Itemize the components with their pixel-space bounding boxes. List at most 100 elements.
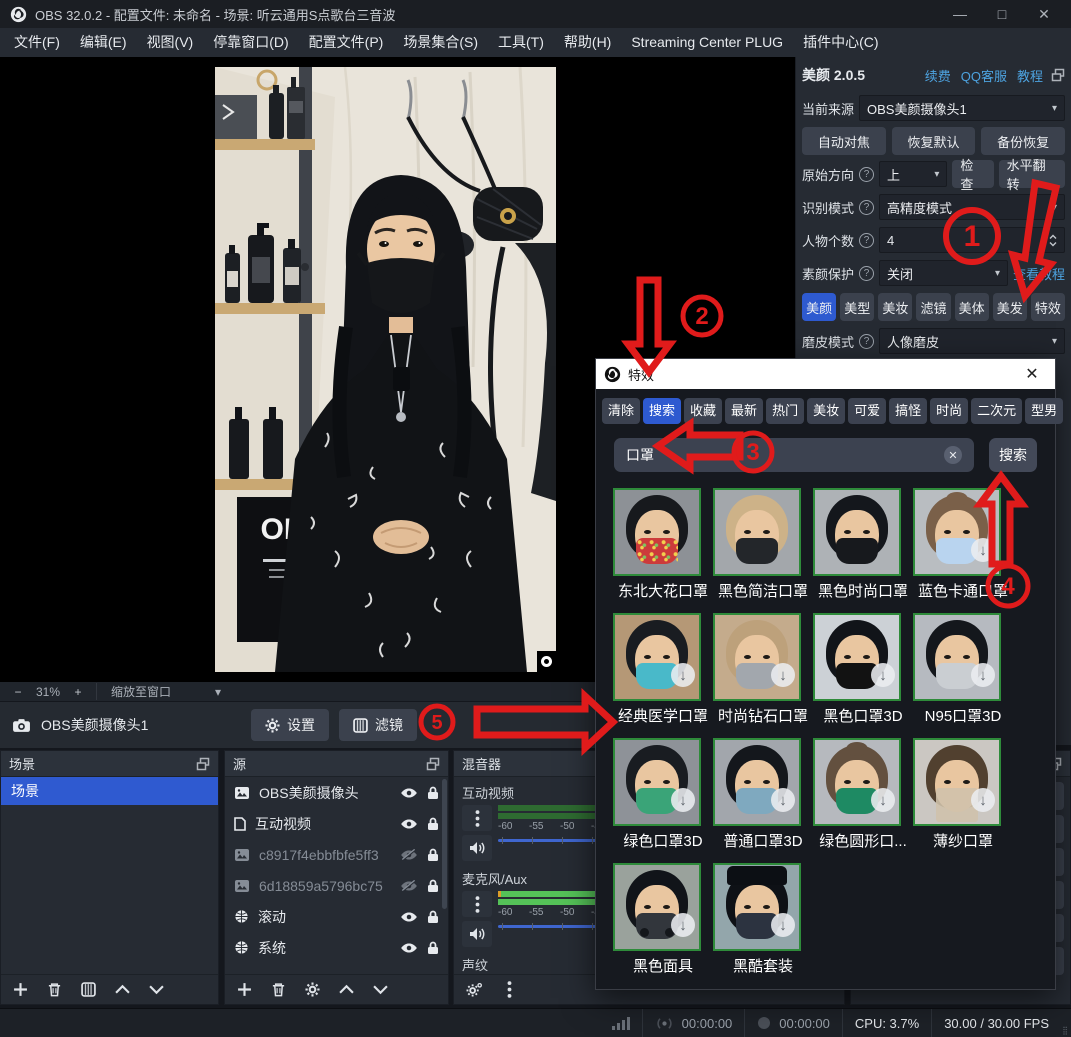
menu-item[interactable]: 插件中心(C)	[793, 28, 888, 57]
mixer-menu-button[interactable]	[507, 981, 512, 998]
effect-item[interactable]: ↓ 绿色口罩3D	[613, 738, 713, 863]
beauty-tab[interactable]: 滤镜	[916, 293, 950, 321]
protect-dropdown[interactable]: 关闭▾	[879, 260, 1008, 286]
effect-item[interactable]: 黑色时尚口罩	[813, 488, 913, 613]
dialog-tab[interactable]: 清除	[602, 398, 640, 424]
lock-icon[interactable]	[427, 817, 439, 831]
popout-icon[interactable]	[1051, 68, 1065, 82]
add-source-button[interactable]	[237, 982, 252, 997]
download-icon[interactable]: ↓	[971, 663, 995, 687]
effect-item[interactable]: ↓ 蓝色卡通口罩	[913, 488, 1013, 613]
download-icon[interactable]: ↓	[971, 538, 995, 562]
help-icon[interactable]: ?	[859, 167, 874, 182]
search-input[interactable]: 口罩 ✕	[614, 438, 974, 472]
filters-button[interactable]: 滤镜	[339, 709, 417, 741]
maximize-button[interactable]: □	[985, 2, 1019, 26]
help-icon[interactable]: ?	[859, 233, 874, 248]
menu-item[interactable]: 视图(V)	[137, 28, 204, 57]
popout-icon[interactable]	[196, 757, 210, 771]
download-icon[interactable]: ↓	[771, 663, 795, 687]
beauty-tab[interactable]: 美型	[840, 293, 874, 321]
download-icon[interactable]: ↓	[671, 913, 695, 937]
menu-item[interactable]: 配置文件(P)	[299, 28, 394, 57]
menu-item[interactable]: 工具(T)	[488, 28, 554, 57]
lock-icon[interactable]	[427, 910, 439, 924]
help-icon[interactable]: ?	[859, 334, 874, 349]
dialog-close-button[interactable]: ✕	[1017, 361, 1047, 387]
dialog-tab[interactable]: 二次元	[971, 398, 1022, 424]
help-icon[interactable]: ?	[859, 200, 874, 215]
move-scene-down-button[interactable]	[149, 984, 164, 995]
zoom-out-button[interactable]: −	[10, 685, 26, 699]
person-count-spinner[interactable]: 4	[879, 227, 1065, 253]
download-icon[interactable]: ↓	[671, 788, 695, 812]
zoom-in-button[interactable]: +	[70, 685, 86, 699]
source-list-item[interactable]: 互动视频	[225, 808, 448, 839]
source-list-item[interactable]: 系统	[225, 932, 448, 963]
menu-item[interactable]: 帮助(H)	[554, 28, 621, 57]
sources-scrollbar[interactable]	[442, 779, 447, 909]
menu-item[interactable]: 停靠窗口(D)	[203, 28, 298, 57]
minimize-button[interactable]: —	[943, 2, 977, 26]
scene-filters-button[interactable]	[81, 982, 96, 997]
effect-item[interactable]: ↓ 黑色口罩3D	[813, 613, 913, 738]
settings-button[interactable]: 设置	[251, 709, 329, 741]
effect-item[interactable]: ↓ 普通口罩3D	[713, 738, 813, 863]
mute-button[interactable]	[462, 835, 492, 861]
eye-icon[interactable]	[400, 942, 418, 954]
channel-menu-button[interactable]	[462, 805, 492, 831]
effect-item[interactable]: ↓ 黑色面具	[613, 863, 713, 988]
eye-icon[interactable]	[400, 787, 418, 799]
beauty-tab[interactable]: 美发	[993, 293, 1027, 321]
dialog-tab[interactable]: 美妆	[807, 398, 845, 424]
dialog-tab[interactable]: 型男	[1025, 398, 1063, 424]
eye-icon[interactable]	[400, 818, 418, 830]
download-icon[interactable]: ↓	[671, 663, 695, 687]
close-button[interactable]: ✕	[1027, 2, 1061, 26]
source-list-item[interactable]: 滚动	[225, 901, 448, 932]
download-icon[interactable]: ↓	[771, 913, 795, 937]
effect-item[interactable]: 黑色简洁口罩	[713, 488, 813, 613]
orientation-dropdown[interactable]: 上▾	[879, 161, 947, 187]
effect-item[interactable]: ↓ 黑酷套装	[713, 863, 813, 988]
source-properties-button[interactable]	[305, 982, 320, 997]
smooth-mode-dropdown[interactable]: 人像磨皮▾	[879, 328, 1065, 354]
header-link[interactable]: QQ客服	[961, 66, 1007, 85]
lock-icon[interactable]	[427, 848, 439, 862]
source-list-item[interactable]: c8917f4ebbfbfe5ff3	[225, 839, 448, 870]
add-scene-button[interactable]	[13, 982, 28, 997]
header-link[interactable]: 教程	[1017, 66, 1043, 85]
dialog-tab[interactable]: 收藏	[684, 398, 722, 424]
dialog-tab[interactable]: 搞怪	[889, 398, 927, 424]
beauty-tab[interactable]: 美体	[955, 293, 989, 321]
lock-icon[interactable]	[427, 786, 439, 800]
dialog-tab[interactable]: 可爱	[848, 398, 886, 424]
popout-icon[interactable]	[426, 757, 440, 771]
view-tutorial-link[interactable]: 查看教程	[1013, 264, 1065, 283]
move-scene-up-button[interactable]	[115, 984, 130, 995]
effect-item[interactable]: ↓ 经典医学口罩	[613, 613, 713, 738]
move-source-down-button[interactable]	[373, 984, 388, 995]
menu-item[interactable]: Streaming Center PLUG	[621, 28, 793, 57]
dialog-tab[interactable]: 时尚	[930, 398, 968, 424]
menu-item[interactable]: 场景集合(S)	[393, 28, 488, 57]
move-source-up-button[interactable]	[339, 984, 354, 995]
effect-item[interactable]: ↓ 时尚钻石口罩	[713, 613, 813, 738]
remove-scene-button[interactable]	[47, 982, 62, 997]
lock-icon[interactable]	[427, 879, 439, 893]
beauty-tab[interactable]: 美颜	[802, 293, 836, 321]
search-button[interactable]: 搜索	[989, 438, 1037, 472]
source-list-item[interactable]: OBS美颜摄像头	[225, 777, 448, 808]
clear-search-icon[interactable]: ✕	[944, 446, 962, 464]
action-button[interactable]: 恢复默认	[892, 127, 976, 155]
download-icon[interactable]: ↓	[871, 663, 895, 687]
recognition-mode-dropdown[interactable]: 高精度模式▾	[879, 194, 1065, 220]
menu-item[interactable]: 编辑(E)	[70, 28, 137, 57]
dialog-tab[interactable]: 搜索	[643, 398, 681, 424]
lock-icon[interactable]	[427, 941, 439, 955]
source-list-item[interactable]: 6d18859a5796bc75	[225, 870, 448, 901]
effect-item[interactable]: 东北大花口罩	[613, 488, 713, 613]
effect-item[interactable]: ↓ 绿色圆形口...	[813, 738, 913, 863]
header-link[interactable]: 续费	[925, 66, 951, 85]
scene-list-item[interactable]: 场景	[1, 777, 218, 805]
